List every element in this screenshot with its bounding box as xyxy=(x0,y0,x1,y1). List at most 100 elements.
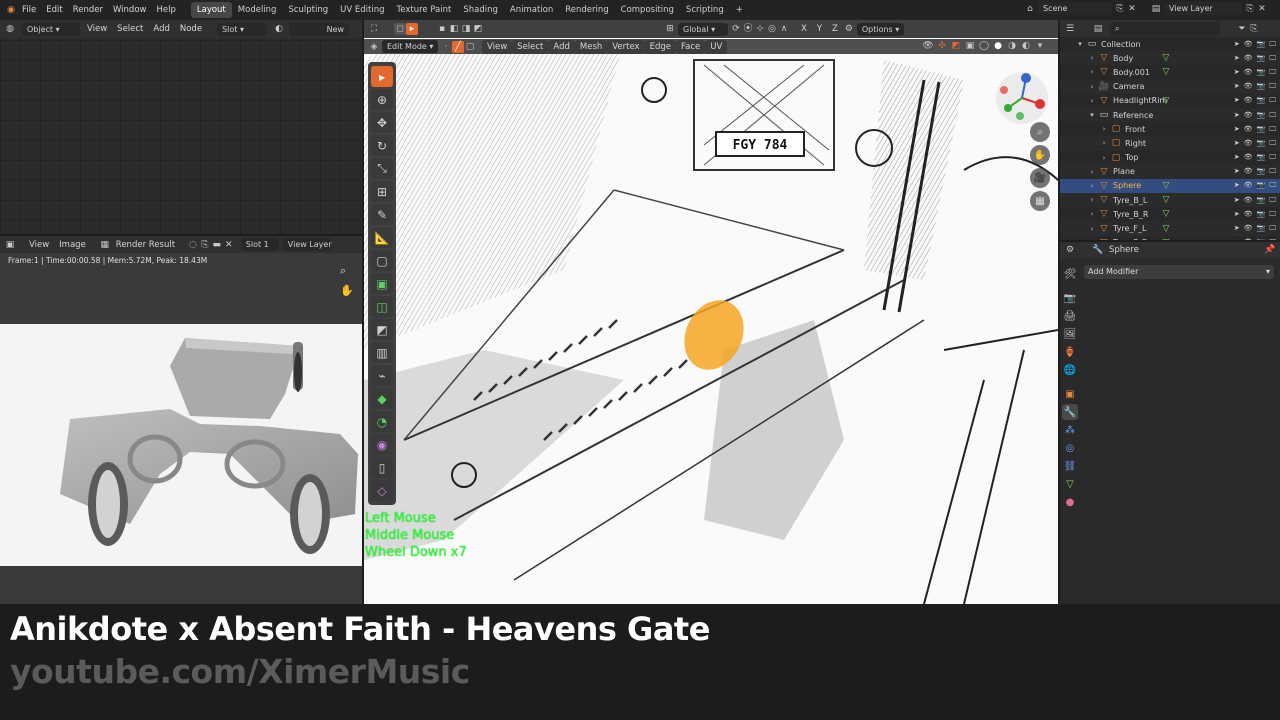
transform-tool-icon[interactable]: ⊞ xyxy=(371,181,393,202)
select-arrow-icon[interactable]: ➤ xyxy=(1234,153,1240,162)
expand-arrow-icon[interactable]: › xyxy=(1098,137,1110,149)
viewport-menu-face[interactable]: Face xyxy=(676,39,706,54)
modifier-badge-icon[interactable]: ▽ xyxy=(1160,237,1172,240)
new-view-layer-icon[interactable]: ⎘ xyxy=(1244,3,1256,15)
outliner-row[interactable]: › ▽ Body ▽ ➤ 👁 📷 🖵 xyxy=(1060,51,1280,66)
measure-tool-icon[interactable]: 📐 xyxy=(371,227,393,248)
new-scene-icon[interactable]: ⎘ xyxy=(1114,3,1126,15)
viewport-menu-edge[interactable]: Edge xyxy=(644,39,676,54)
select-arrow-icon[interactable]: ➤ xyxy=(1234,54,1240,63)
camera-visibility-icon[interactable]: 📷 xyxy=(1257,111,1266,120)
expand-arrow-icon[interactable]: › xyxy=(1086,95,1098,107)
outliner-row[interactable]: › ▢ Top ➤ 👁 📷 🖵 xyxy=(1060,151,1280,165)
viewport-menu-view[interactable]: View xyxy=(482,39,513,54)
eye-icon[interactable]: 👁 xyxy=(1244,224,1253,233)
transform-orientation-icon[interactable]: ⊞ xyxy=(664,23,676,35)
tab-rendering[interactable]: Rendering xyxy=(559,2,614,18)
image-slot-dropdown[interactable]: Slot 1 xyxy=(240,238,279,251)
camera-visibility-icon[interactable]: 📷 xyxy=(1257,238,1266,240)
expand-arrow-icon[interactable]: › xyxy=(1086,180,1098,192)
constraints-tab-icon[interactable]: ⛓ xyxy=(1062,458,1078,474)
shader-menu-view[interactable]: View xyxy=(82,22,112,36)
camera-visibility-icon[interactable]: 📷 xyxy=(1257,82,1266,91)
object-tab-icon[interactable]: ▣ xyxy=(1062,386,1078,402)
outliner-row[interactable]: › ▢ Right ➤ 👁 📷 🖵 xyxy=(1060,136,1280,151)
select-mode-2-icon[interactable]: ◨ xyxy=(460,23,472,35)
modifier-badge-icon[interactable]: ▽ xyxy=(1160,180,1172,192)
orientation-dropdown[interactable]: Global ▾ xyxy=(678,22,728,36)
new-collection-icon[interactable]: ⎘ xyxy=(1248,23,1260,35)
mode-select-vertex-icon[interactable]: ▪ xyxy=(436,23,448,35)
render-visibility-icon[interactable]: 🖵 xyxy=(1269,167,1276,176)
eye-icon[interactable]: 👁 xyxy=(1244,139,1253,148)
tab-animation[interactable]: Animation xyxy=(504,2,559,18)
outliner-row[interactable]: › ▽ Tyre_F_L ▽ ➤ 👁 📷 🖵 xyxy=(1060,221,1280,236)
scale-tool-icon[interactable]: ⤡ xyxy=(371,158,393,179)
add-cube-tool-icon[interactable]: ▢ xyxy=(371,250,393,271)
expand-arrow-icon[interactable]: › xyxy=(1098,152,1110,164)
shading-options-icon[interactable]: ▾ xyxy=(1034,40,1046,52)
outliner-type-icon[interactable]: ☰ xyxy=(1064,23,1076,35)
eye-icon[interactable]: 👁 xyxy=(1244,96,1253,105)
render-visibility-icon[interactable]: 🖵 xyxy=(1269,54,1276,63)
pin-icon[interactable]: 📌 xyxy=(1264,244,1276,256)
loop-cut-tool-icon[interactable]: ▥ xyxy=(371,342,393,363)
modifier-badge-icon[interactable]: ▽ xyxy=(1160,95,1172,107)
fake-user-icon[interactable]: ◌ xyxy=(187,239,199,251)
render-visibility-icon[interactable]: 🖵 xyxy=(1269,111,1276,120)
rotate-tool-icon[interactable]: ↻ xyxy=(371,135,393,156)
outliner-row[interactable]: › ▽ Plane ➤ 👁 📷 🖵 xyxy=(1060,164,1280,179)
view-layer-tab-icon[interactable]: 🖼 xyxy=(1062,326,1078,342)
viewport-3d[interactable]: FGY 784 ⛶ ◻ ▸ ▪ ◧ ◨ ◩ ⊞ Global ▾ ⟳ ⦿ ⊹ ◎… xyxy=(364,20,1058,604)
expand-arrow-icon[interactable]: › xyxy=(1086,223,1098,235)
select-arrow-icon[interactable]: ➤ xyxy=(1234,224,1240,233)
render-visibility-icon[interactable]: 🖵 xyxy=(1269,181,1276,190)
data-tab-icon[interactable]: ▽ xyxy=(1062,476,1078,492)
cursor-select-icon[interactable]: ▸ xyxy=(406,23,418,35)
add-workspace-button[interactable]: + xyxy=(730,2,749,18)
menu-edit[interactable]: Edit xyxy=(41,3,67,17)
inset-tool-icon[interactable]: ◫ xyxy=(371,296,393,317)
poly-build-tool-icon[interactable]: ◆ xyxy=(371,388,393,409)
menu-render[interactable]: Render xyxy=(68,3,108,17)
properties-type-icon[interactable]: ⚙ xyxy=(1064,244,1076,256)
close-image-icon[interactable]: ✕ xyxy=(223,239,235,251)
select-arrow-icon[interactable]: ➤ xyxy=(1234,196,1240,205)
modifier-badge-icon[interactable]: ▽ xyxy=(1160,194,1172,206)
select-arrow-icon[interactable]: ➤ xyxy=(1234,181,1240,190)
render-visibility-icon[interactable]: 🖵 xyxy=(1269,210,1276,219)
mesh-options-icon[interactable]: ⚙ xyxy=(843,23,855,35)
tab-uv-editing[interactable]: UV Editing xyxy=(334,2,390,18)
outliner-row[interactable]: ›▽Tyre_F_R▽➤👁📷🖵 xyxy=(1060,236,1280,240)
xray-icon[interactable]: ▣ xyxy=(964,40,976,52)
output-tab-icon[interactable]: 🖨 xyxy=(1062,308,1078,324)
face-select-icon[interactable]: ▢ xyxy=(464,41,476,53)
image-menu-image[interactable]: Image xyxy=(54,238,91,252)
tab-scripting[interactable]: Scripting xyxy=(680,2,730,18)
modifier-badge-icon[interactable]: ▽ xyxy=(1160,66,1172,78)
menu-window[interactable]: Window xyxy=(108,3,152,17)
select-arrow-icon[interactable]: ➤ xyxy=(1234,96,1240,105)
delete-view-layer-icon[interactable]: ✕ xyxy=(1256,3,1268,15)
camera-visibility-icon[interactable]: 📷 xyxy=(1257,54,1266,63)
image-browse-icon[interactable]: ▦ xyxy=(99,239,111,251)
tab-sculpting[interactable]: Sculpting xyxy=(282,2,334,18)
viewport-menu-select[interactable]: Select xyxy=(512,39,549,54)
camera-visibility-icon[interactable]: 📷 xyxy=(1257,68,1266,77)
outliner-row[interactable]: › 🎥 Camera ➤ 👁 📷 🖵 xyxy=(1060,79,1280,94)
render-visibility-icon[interactable]: 🖵 xyxy=(1269,40,1276,49)
camera-visibility-icon[interactable]: 📷 xyxy=(1257,196,1266,205)
camera-view-icon[interactable]: 🎥 xyxy=(1030,168,1050,188)
tab-texture-paint[interactable]: Texture Paint xyxy=(391,2,458,18)
object-mode-dropdown[interactable]: Object ▾ xyxy=(22,22,80,36)
outliner-row[interactable]: › ▽ HeadlightRim ▽ ➤ 👁 📷 🖵 xyxy=(1060,94,1280,108)
camera-visibility-icon[interactable]: 📷 xyxy=(1257,210,1266,219)
display-mode-icon[interactable]: ▤ xyxy=(1092,23,1104,35)
material-tab-icon[interactable]: ● xyxy=(1062,494,1078,510)
material-shading-icon[interactable]: ◑ xyxy=(1006,40,1018,52)
gizmo-toggle-icon[interactable]: ✣ xyxy=(936,40,948,52)
world-tab-icon[interactable]: 🌐 xyxy=(1062,362,1078,378)
wireframe-shading-icon[interactable]: ◯ xyxy=(978,40,990,52)
image-editor-type-icon[interactable]: ▣ xyxy=(4,239,16,251)
render-visibility-icon[interactable]: 🖵 xyxy=(1269,238,1276,240)
